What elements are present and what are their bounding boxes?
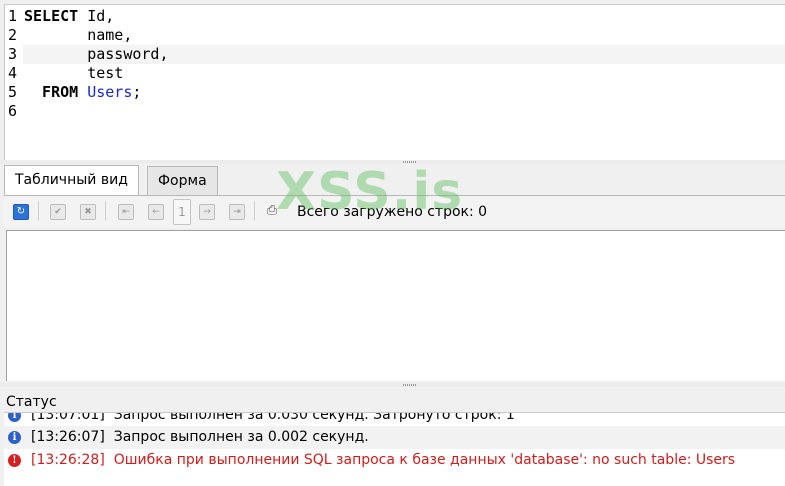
tab-form[interactable]: Форма [147,166,218,195]
code-text: name, [24,26,133,44]
previous-page-icon[interactable]: ← [148,204,164,220]
log-message: Запрос выполнен за 0.002 секунд. [113,429,369,445]
results-toolbar: ↻ ✔ ✖ ⇤ ← 1 → ⇥ ⎙ Всего загружено строк:… [4,197,785,228]
log-entry-error: ! [13:26:28] Ошибка при выполнении SQL з… [4,449,785,472]
commit-check-icon[interactable]: ✔ [50,204,66,220]
status-heading: Статус [6,394,57,410]
line-number: 5 [8,83,18,101]
line-number: 4 [8,64,18,82]
code-line-current: password, [23,45,785,64]
log-entry-info: i [13:26:07] Запрос выполнен за 0.002 се… [4,426,785,449]
result-tabs: Табличный вид Форма [4,165,785,196]
error-icon: ! [8,454,21,467]
log-message: Ошибка при выполнении SQL запроса к базе… [113,452,736,468]
line-number: 3 [8,45,18,63]
log-time: [13:26:07] [31,429,105,445]
tab-table-view[interactable]: Табличный вид [4,165,139,196]
code-text: Id, [78,7,115,25]
log-time: [13:07:01] [31,412,105,423]
splitter-grip [403,384,417,386]
line-number: 6 [8,102,18,120]
status-splitter[interactable] [0,383,785,387]
cancel-x-icon[interactable]: ✖ [80,204,96,220]
line-number-gutter: 1 2 3 4 5 6 [5,7,21,121]
table-identifier: Users [78,83,133,101]
line-number: 2 [8,26,18,44]
toolbar-separator [254,201,255,221]
info-icon: i [8,413,21,422]
log-time: [13:26:28] [31,452,105,468]
results-grid[interactable] [6,230,785,381]
last-page-icon[interactable]: ⇥ [229,204,245,220]
code-text: ; [132,83,142,101]
print-icon[interactable]: ⎙ [265,204,279,218]
refresh-icon[interactable]: ↻ [13,204,29,220]
code-line: SELECT Id, [23,7,785,26]
tab-divider [4,195,785,196]
splitter-grip [403,161,417,163]
page-number-field[interactable]: 1 [173,199,191,225]
line-number: 1 [8,7,18,25]
log-message: Запрос выполнен за 0.030 секунд. Затрону… [113,412,515,423]
log-entry-info: i [13:07:01] Запрос выполнен за 0.030 се… [4,412,785,427]
rows-loaded-label: Всего загружено строк: 0 [297,204,488,220]
sql-keyword: SELECT [24,7,79,25]
next-page-icon[interactable]: → [199,204,215,220]
first-page-icon[interactable]: ⇤ [118,204,134,220]
code-text: password, [24,45,169,63]
sql-editor[interactable]: 1 2 3 4 5 6 SELECT Id, name, password, t… [4,4,785,161]
code-line: name, [23,26,785,45]
editor-splitter[interactable] [0,160,785,164]
sql-keyword: FROM [24,83,79,101]
status-log[interactable]: i [13:07:01] Запрос выполнен за 0.030 се… [4,412,785,486]
code-line: FROM Users; [23,83,785,102]
code-text: test [24,64,124,82]
toolbar-separator [38,201,39,221]
code-line: test [23,64,785,83]
code-area[interactable]: SELECT Id, name, password, test FROM Use… [23,7,785,121]
info-icon: i [8,431,21,444]
toolbar-separator [105,201,106,221]
